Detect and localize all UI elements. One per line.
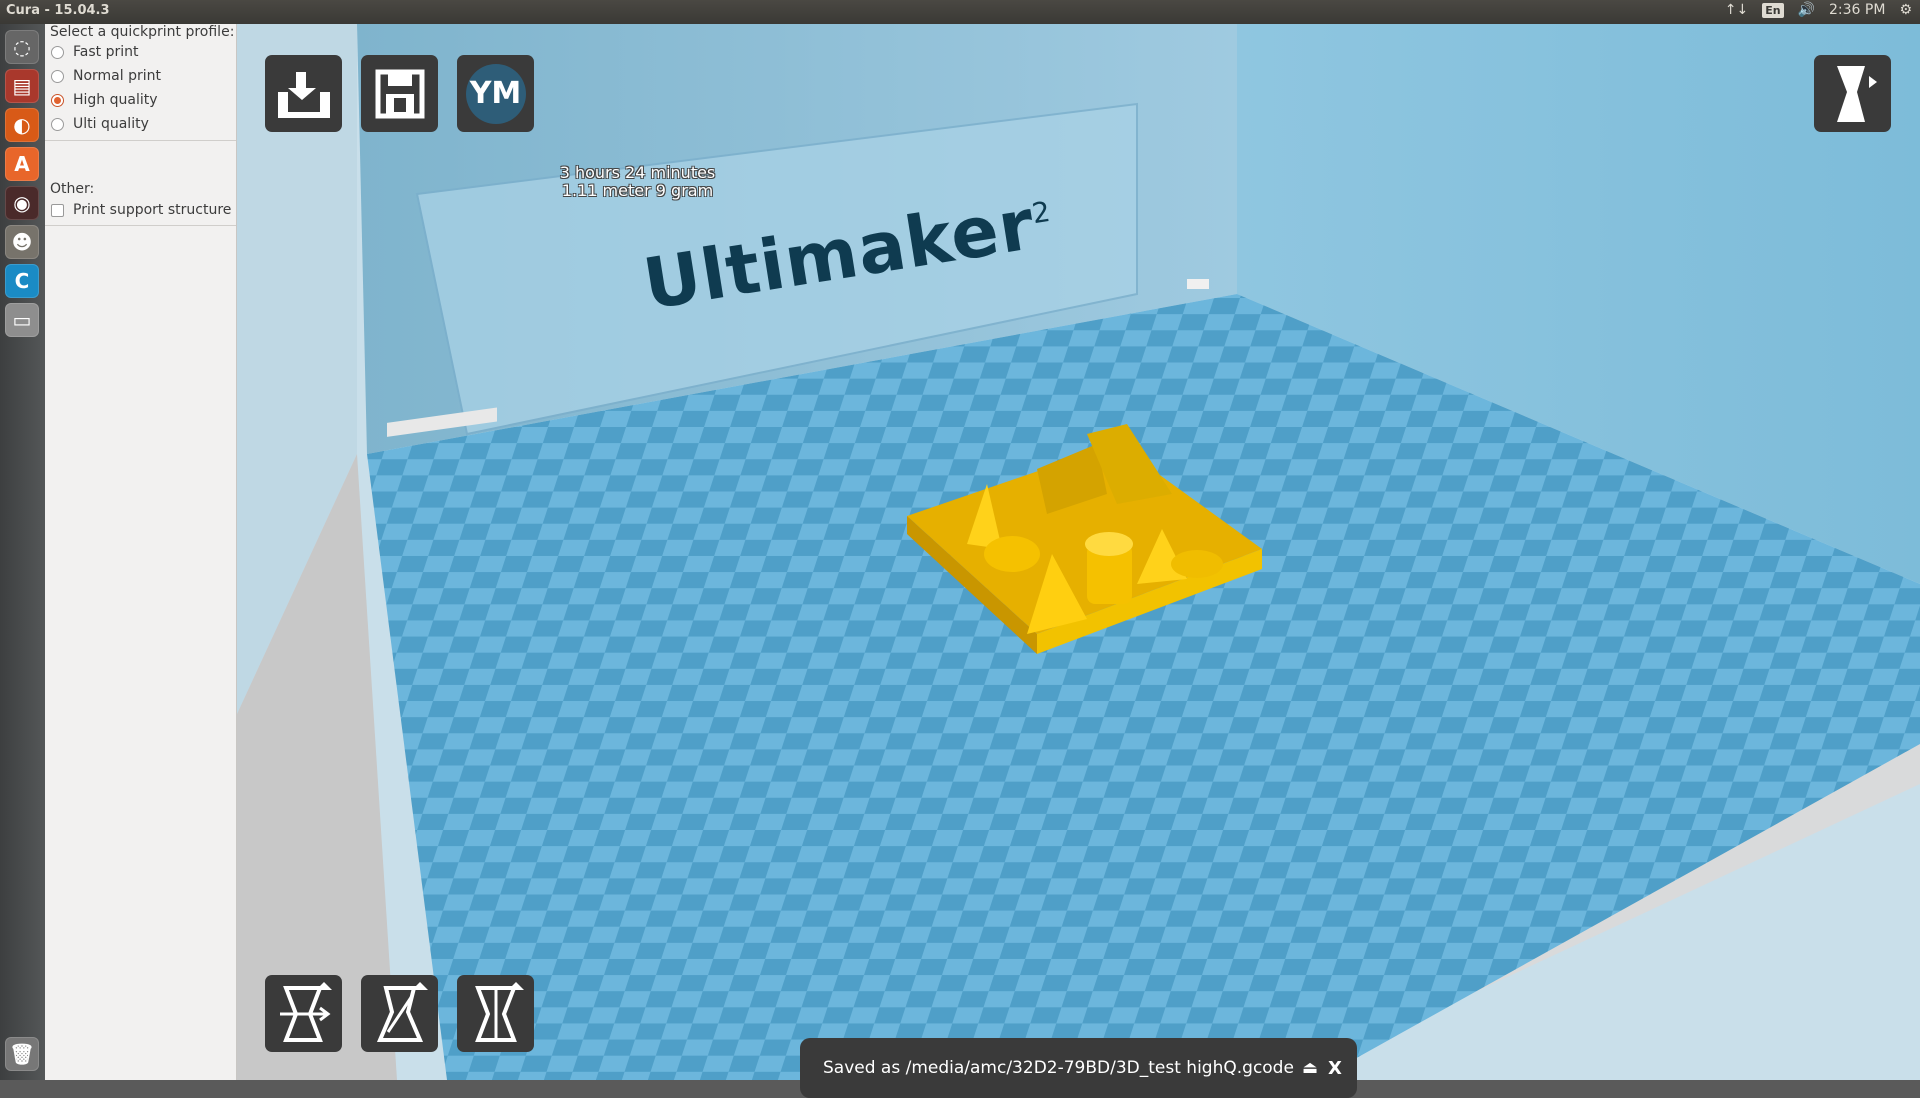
drive-icon[interactable]: ▭ (5, 303, 39, 337)
view-mode-icon (1836, 65, 1877, 122)
network-icon[interactable]: ↑↓ (1725, 2, 1748, 18)
eject-icon[interactable]: ⏏ (1302, 1058, 1318, 1078)
cura-icon[interactable]: C (5, 264, 39, 298)
profile-high[interactable]: High quality (51, 89, 158, 111)
rotate-icon (279, 981, 332, 1042)
save-message: Saved as /media/amc/32D2-79BD/3D_test hi… (823, 1058, 1294, 1078)
view-mode-button[interactable] (1814, 55, 1891, 132)
load-icon (277, 71, 330, 118)
print-estimate: 3 hours 24 minutes 1.11 meter 9 gram (555, 164, 720, 200)
dash-icon[interactable]: ◌ (5, 30, 39, 64)
mirror-button[interactable] (457, 975, 534, 1052)
print-material: 1.11 meter 9 gram (561, 181, 714, 200)
support-label: Print support structure (73, 202, 232, 218)
profile-fast-label: Fast print (73, 44, 139, 60)
profile-header: Select a quickprint profile: (50, 24, 235, 40)
system-tray: ↑↓ En 🔊 2:36 PM ⚙ (1725, 2, 1912, 18)
top-panel: Cura - 15.04.3 ↑↓ En 🔊 2:36 PM ⚙ (0, 0, 1920, 24)
save-toolpath-button[interactable] (361, 55, 438, 132)
mirror-icon (474, 981, 524, 1042)
youmagine-icon: YM (465, 63, 526, 124)
divider (45, 140, 236, 141)
radio-fast[interactable] (51, 45, 64, 59)
window-title: Cura - 15.04.3 (6, 3, 110, 18)
youmagine-button[interactable]: YM (457, 55, 534, 132)
clock[interactable]: 2:36 PM (1829, 2, 1885, 18)
files-icon[interactable]: ▤ (5, 69, 39, 103)
trash-icon[interactable]: 🗑 (5, 1037, 39, 1071)
quickprint-panel: Select a quickprint profile: Fast print … (45, 24, 237, 1080)
profile-ulti-label: Ulti quality (73, 116, 149, 132)
rotate-button[interactable] (265, 975, 342, 1052)
3d-viewport[interactable]: Ultimaker2 YM 3 hours 24 minutes 1.11 me… (237, 24, 1920, 1080)
save-icon (375, 69, 424, 118)
volume-icon[interactable]: 🔊 (1798, 2, 1815, 18)
profile-high-label: High quality (73, 92, 158, 108)
profile-normal-label: Normal print (73, 68, 161, 84)
unity-app-icon[interactable]: ◉ (5, 186, 39, 220)
language-indicator[interactable]: En (1762, 2, 1784, 18)
profile-fast[interactable]: Fast print (51, 41, 138, 63)
software-center-icon[interactable]: A (5, 147, 39, 181)
gear-icon[interactable]: ⚙ (1899, 2, 1912, 18)
launcher: ◌ ▤ ◐ A ◉ ☻ C ▭ 🗑 (0, 24, 46, 1080)
support-checkbox[interactable] (51, 203, 64, 217)
profile-normal[interactable]: Normal print (51, 65, 161, 87)
save-notification: Saved as /media/amc/32D2-79BD/3D_test hi… (800, 1038, 1357, 1098)
load-model-button[interactable] (265, 55, 342, 132)
scale-button[interactable] (361, 975, 438, 1052)
build-volume-scene (237, 24, 1920, 1080)
other-header: Other: (50, 181, 95, 197)
print-time: 3 hours 24 minutes (559, 163, 716, 182)
support-option[interactable]: Print support structure (51, 199, 231, 221)
radio-normal[interactable] (51, 69, 64, 83)
radio-high[interactable] (51, 93, 64, 107)
radio-ulti[interactable] (51, 117, 64, 131)
profile-ulti[interactable]: Ulti quality (51, 113, 149, 135)
divider (45, 225, 236, 226)
firefox-icon[interactable]: ◐ (5, 108, 39, 142)
gimp-icon[interactable]: ☻ (5, 225, 39, 259)
scale-icon (376, 981, 428, 1042)
close-notification-button[interactable]: X (1328, 1058, 1342, 1079)
